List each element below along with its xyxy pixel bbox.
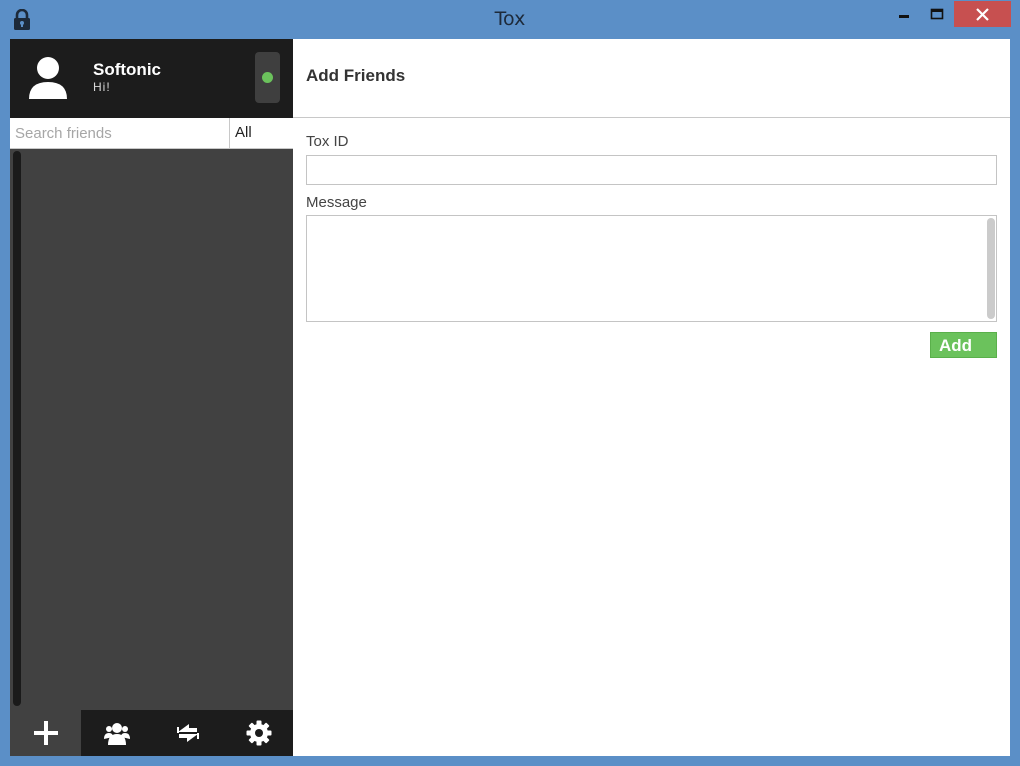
profile-status-message[interactable]: Hi!	[93, 80, 111, 94]
online-status-indicator	[262, 72, 273, 83]
settings-gear-icon	[246, 720, 271, 746]
group-icon	[103, 723, 130, 745]
sidebar: Softonic Hi! All	[10, 39, 293, 756]
page-title: Add Friends	[306, 66, 406, 85]
tox-id-input[interactable]	[306, 155, 997, 185]
close-button[interactable]	[954, 1, 1011, 27]
file-transfers-button[interactable]	[152, 710, 223, 756]
maximize-button[interactable]	[922, 1, 952, 27]
window-titlebar[interactable]: Tox	[0, 0, 1020, 39]
message-label: Message	[306, 194, 367, 211]
add-icon	[33, 721, 58, 745]
search-bar: All	[10, 118, 293, 149]
user-avatar-icon[interactable]	[28, 55, 68, 99]
message-textarea[interactable]	[307, 216, 985, 321]
message-field[interactable]	[306, 215, 997, 322]
friend-list-scrollbar[interactable]	[13, 151, 21, 706]
friend-list[interactable]	[10, 149, 293, 710]
minimize-button[interactable]	[888, 1, 920, 27]
minimize-icon	[899, 15, 909, 18]
add-friend-button[interactable]	[10, 710, 81, 756]
create-group-button[interactable]	[81, 710, 152, 756]
add-friends-panel: Add Friends Tox ID Message Add	[293, 39, 1010, 756]
profile-name[interactable]: Softonic	[93, 60, 161, 80]
tox-id-label: Tox ID	[306, 133, 349, 150]
message-scrollbar[interactable]	[987, 218, 995, 319]
profile-panel: Softonic Hi!	[10, 39, 293, 118]
search-friends-input[interactable]	[11, 120, 228, 147]
friend-filter-select[interactable]: All	[229, 118, 293, 148]
file-transfer-icon	[176, 724, 199, 742]
add-button[interactable]: Add	[930, 332, 997, 358]
settings-button[interactable]	[223, 710, 294, 756]
status-button[interactable]	[255, 52, 280, 103]
window-title: Tox	[494, 8, 526, 30]
panel-header: Add Friends	[293, 39, 1010, 118]
sidebar-toolbar	[10, 710, 293, 756]
close-icon	[976, 8, 989, 21]
maximize-icon	[930, 8, 944, 20]
